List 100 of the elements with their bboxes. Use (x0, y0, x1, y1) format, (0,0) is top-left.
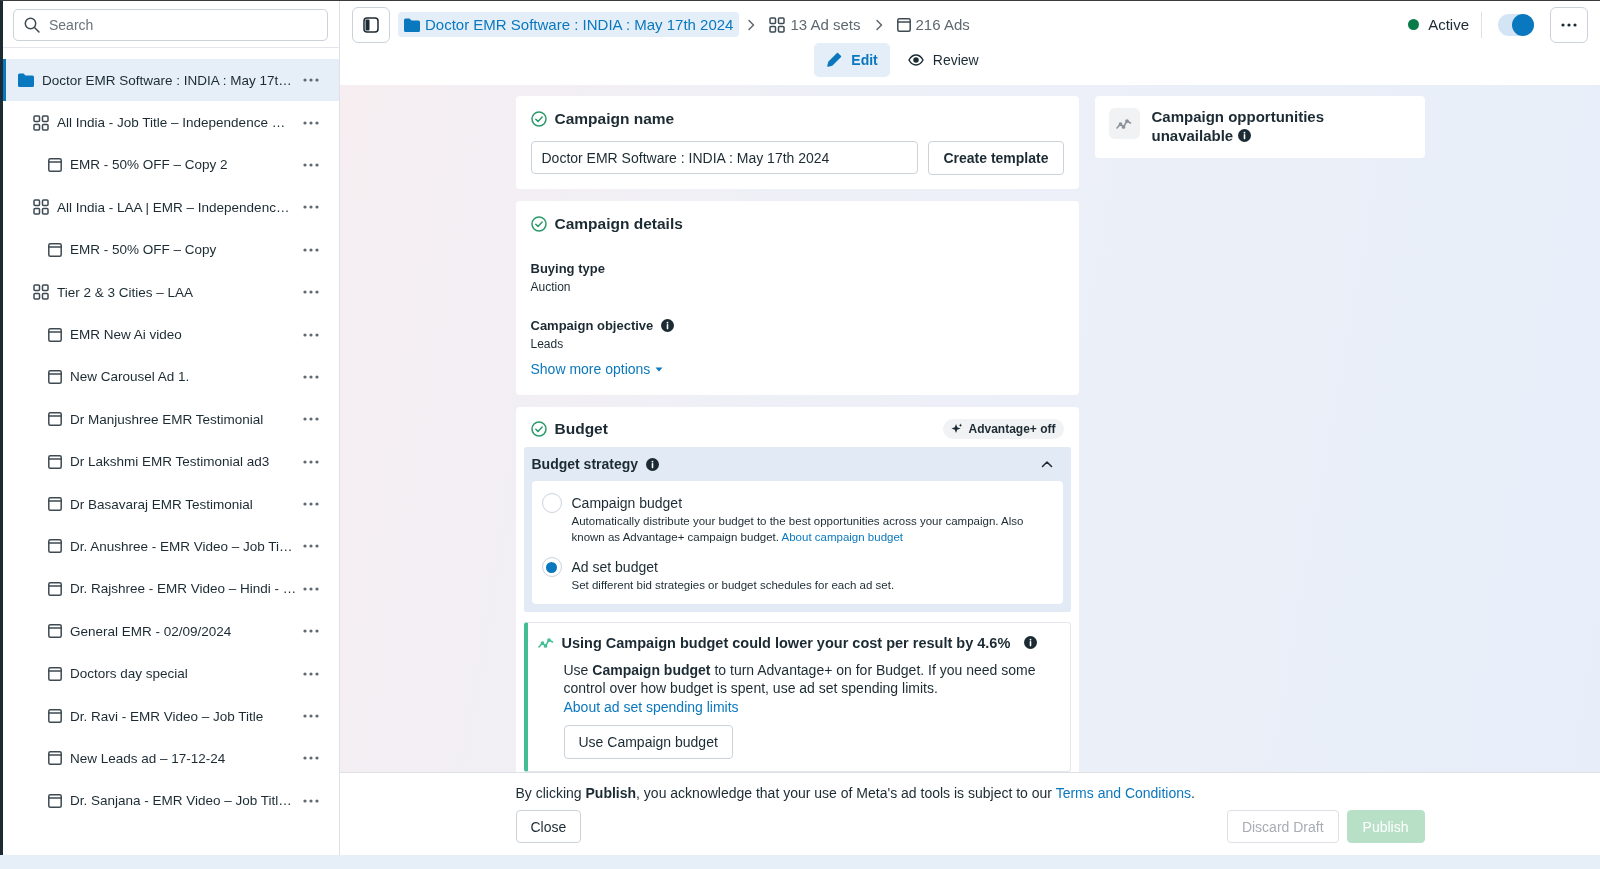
trend-line-icon (537, 636, 554, 649)
ad-set-grid-icon (33, 284, 49, 301)
section-title: Campaign details (554, 215, 683, 233)
eye-icon (907, 54, 924, 66)
ad-window-icon (48, 327, 62, 342)
status-label: Active (1428, 16, 1469, 33)
option-description: Set different bid strategies or budget schedules for each ad set. (571, 578, 895, 594)
more-icon[interactable] (303, 459, 319, 464)
opportunities-title: Campaign opportunities unavailable (1151, 108, 1325, 146)
publish-notice: By clicking Publish, you acknowledge that your use of Meta's ad tools is subject to our Terms and Conditions. (515, 785, 1196, 801)
breadcrumb-link[interactable]: Doctor EMR Software : INDIA : May 17th 2024 (398, 12, 740, 37)
create-template-button[interactable]: Create template (928, 141, 1064, 175)
more-icon[interactable] (303, 798, 319, 803)
more-icon[interactable] (303, 671, 319, 676)
more-icon[interactable] (303, 629, 319, 634)
ad-window-icon (48, 539, 62, 554)
more-icon (1561, 22, 1577, 27)
show-more-link[interactable]: Show more options (530, 361, 664, 377)
sidebar-toggle-button[interactable] (352, 6, 390, 43)
mode-tab[interactable]: Review (895, 43, 991, 77)
field-label: Buying type (530, 261, 605, 276)
ad-window-icon (48, 497, 62, 512)
tree-item[interactable]: All India - Job Title – Independence … (3, 101, 339, 144)
panel-icon (363, 16, 379, 33)
ad-window-icon (48, 751, 62, 766)
chevron-icon (874, 18, 883, 31)
tree-item[interactable]: Dr. Ravi - EMR Video – Job Title (3, 694, 339, 738)
tree-item[interactable]: EMR - 50% OFF – Copy 2 (3, 143, 339, 187)
info-icon (661, 319, 675, 332)
info-icon (646, 457, 660, 471)
tree-item[interactable]: Dr Lakshmi EMR Testimonial ad3 (3, 440, 339, 483)
tree-item[interactable]: Dr. Rajshree - EMR Video – Hindi - … (3, 567, 339, 611)
option-label: Ad set budget (571, 559, 659, 576)
ad-window-icon (48, 412, 62, 427)
tree-item[interactable]: Dr Basavaraj EMR Testimonial (3, 482, 339, 526)
more-icon[interactable] (303, 586, 319, 591)
more-icon[interactable] (303, 417, 319, 422)
use-campaign-budget-button[interactable]: Use Campaign budget (563, 725, 733, 760)
ad-window-icon (48, 454, 62, 469)
ad-window-icon (48, 793, 62, 808)
tree-item[interactable]: New Carousel Ad 1. (3, 355, 339, 399)
section-title: Budget (554, 420, 608, 438)
sparkle-icon (951, 423, 964, 435)
ad-window-icon (48, 242, 62, 257)
ad-window-icon (896, 17, 911, 32)
chevron-icon (747, 18, 756, 31)
section-title: Campaign name (554, 110, 675, 128)
ad-set-grid-icon (33, 114, 49, 131)
more-icon[interactable] (303, 247, 319, 252)
tree-item[interactable]: Dr. Anushree - EMR Video – Job Ti… (3, 525, 339, 568)
search-icon (24, 17, 40, 33)
tree-item[interactable]: New Leads ad – 17-12-24 (3, 737, 339, 780)
more-icon[interactable] (303, 205, 319, 210)
tree-item[interactable]: All India - LAA | EMR – Independenc… (3, 186, 339, 229)
ad-window-icon (48, 666, 62, 681)
field-label: Campaign objective (530, 318, 654, 333)
ad-set-grid-icon (33, 199, 49, 216)
tree-item[interactable]: Tier 2 & 3 Cities – LAA (3, 270, 339, 314)
radio-button[interactable] (541, 557, 562, 578)
more-icon[interactable] (303, 374, 319, 379)
option-description: Automatically distribute your budget to the best opportunities across your campaign. Also known as Advantage+ campaign budget. About campaign budget (571, 514, 1025, 545)
about-link[interactable]: About ad set spending limits (563, 699, 739, 716)
more-icon[interactable] (303, 120, 319, 125)
search-field[interactable]: Search (13, 9, 328, 41)
tree-item[interactable]: Dr. Sanjana - EMR Video – Job Titl… (3, 779, 339, 823)
recommendation-title: Using Campaign budget could lower your cost per result by 4.6% (561, 634, 1011, 651)
tree-item[interactable]: Doctors day special (3, 652, 339, 695)
tree-item[interactable]: EMR New Ai video (3, 313, 339, 356)
option-label: Campaign budget (571, 495, 684, 511)
more-icon[interactable] (303, 162, 319, 167)
more-icon[interactable] (303, 502, 319, 507)
radio-button[interactable] (541, 493, 562, 513)
more-icon[interactable] (303, 756, 319, 761)
more-icon[interactable] (303, 332, 319, 337)
folder-icon (404, 17, 420, 32)
more-icon[interactable] (303, 78, 319, 83)
tree-item[interactable]: Dr Manjushree EMR Testimonial (3, 398, 339, 441)
breadcrumb-link[interactable]: 216 Ads (890, 12, 976, 37)
field-value: Auction (530, 280, 572, 294)
info-icon (1238, 128, 1252, 142)
tree-item[interactable]: General EMR - 02/09/2024 (3, 610, 339, 653)
toggle-switch[interactable] (1498, 13, 1534, 36)
campaign-name-field[interactable]: Doctor EMR Software : INDIA : May 17th 2024 (530, 141, 919, 174)
trend-line-icon (1116, 117, 1132, 130)
mode-tab[interactable]: Edit (814, 43, 890, 77)
chevron-icon[interactable] (1040, 460, 1053, 468)
tree-item[interactable]: EMR - 50% OFF – Copy (3, 228, 339, 271)
more-icon[interactable] (303, 544, 319, 549)
about-link[interactable]: About campaign budget (781, 530, 904, 543)
field-value: Leads (530, 337, 565, 351)
tree-item[interactable]: Doctor EMR Software : INDIA : May 17t… (3, 59, 339, 102)
caret-icon (655, 366, 664, 372)
ad-window-icon (48, 624, 62, 639)
pencil-icon (826, 52, 843, 68)
breadcrumb-link[interactable]: 13 Ad sets (763, 12, 867, 37)
close-button[interactable]: Close (515, 810, 582, 843)
advantage-badge: Advantage+ off (943, 419, 1064, 439)
more-icon[interactable] (303, 714, 319, 719)
ad-window-icon (48, 157, 62, 172)
more-icon[interactable] (303, 290, 319, 295)
